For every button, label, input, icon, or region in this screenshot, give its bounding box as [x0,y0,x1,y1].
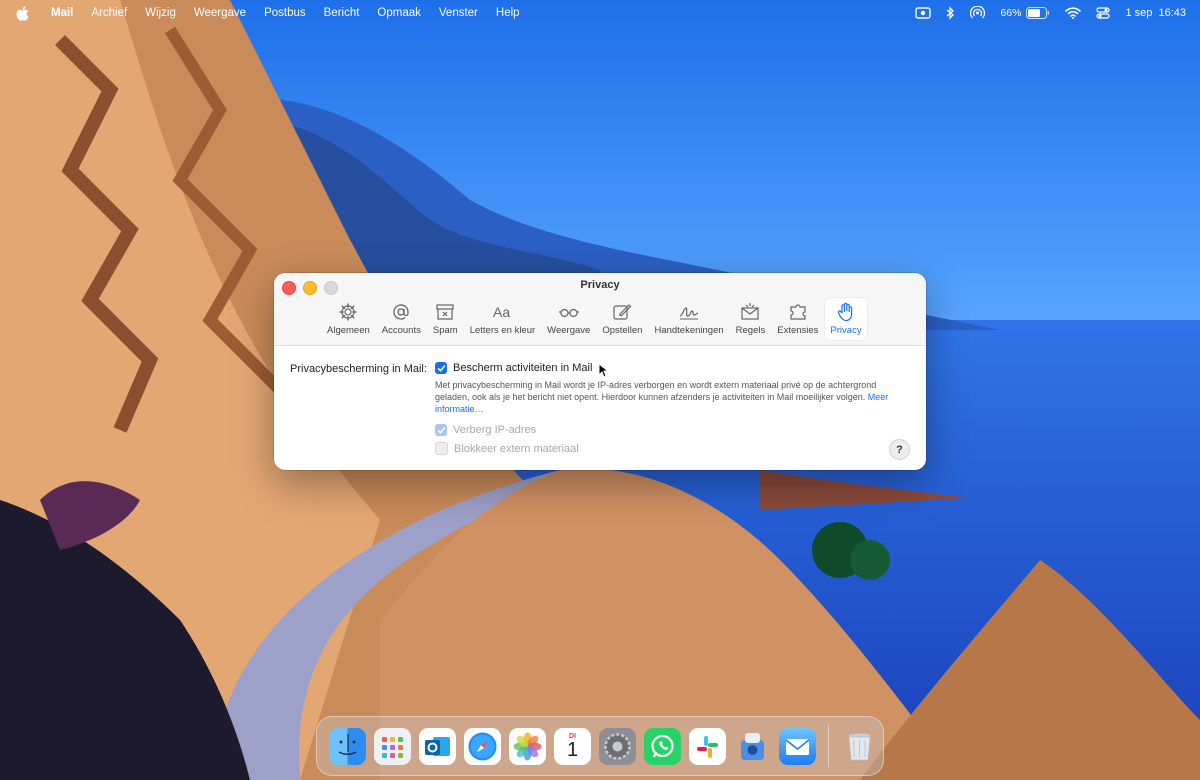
puzzle-icon [790,304,806,320]
tab-algemeen[interactable]: Algemeen [322,298,375,340]
wifi-icon[interactable] [1065,7,1082,19]
protect-activity-checkbox[interactable]: Bescherm activiteiten in Mail [435,362,592,374]
menu-bar: Mail Archief Wijzig Weergave Postbus Ber… [0,0,1200,26]
battery-icon [1026,7,1050,19]
tab-label: Letters en kleur [469,325,536,336]
tab-label: Opstellen [602,325,643,336]
tab-privacy[interactable]: Privacy [825,298,867,340]
menu-archief[interactable]: Archief [82,7,136,19]
menu-weergave[interactable]: Weergave [185,7,255,19]
at-icon [393,304,409,320]
tab-opstellen[interactable]: Opstellen [597,298,647,340]
photos-icon[interactable] [509,727,546,765]
menu-bar-status: 66% 1 sep 16:43 [915,0,1186,26]
menu-wijzig[interactable]: Wijzig [136,7,185,19]
whatsapp-icon[interactable] [644,727,681,765]
tab-handtekeningen[interactable]: Handtekeningen [649,298,728,340]
tab-accounts[interactable]: Accounts [377,298,426,340]
help-button[interactable]: ? [889,439,910,460]
airdrop-icon[interactable] [970,6,986,20]
hide-ip-label: Verberg IP-adres [453,424,537,436]
tab-spam[interactable]: Spam [428,298,463,340]
tab-label: Algemeen [327,325,370,336]
screen-sharing-icon[interactable] [915,6,932,20]
checkbox-checked-disabled-icon[interactable] [435,424,447,436]
tab-weergave[interactable]: Weergave [542,298,595,340]
settings-toolbar: Algemeen Accounts Spam Aa Letters en kle… [322,298,869,340]
menu-help[interactable]: Help [487,7,529,19]
tab-label: Weergave [547,325,591,336]
svg-text:Aa: Aa [493,304,510,320]
apple-menu-icon[interactable] [16,5,30,21]
outlook-icon[interactable] [419,727,456,765]
tab-label: Privacy [830,325,862,336]
tab-label: Accounts [381,325,421,336]
menu-clock[interactable]: 1 sep 16:43 [1125,7,1186,19]
safari-icon[interactable] [464,727,501,765]
bluetooth-icon[interactable] [946,6,955,20]
hide-ip-checkbox[interactable]: Verberg IP-adres [435,424,536,436]
menu-bericht[interactable]: Bericht [315,7,369,19]
window-titlebar: Privacy Algemeen Accounts Spam Aa Letter… [274,273,926,346]
finder-icon[interactable] [329,727,366,765]
tab-label: Spam [432,325,458,336]
block-remote-content-label: Blokkeer extern materiaal [454,442,579,455]
calendar-icon[interactable]: DI 1 [554,727,591,765]
tab-extensies[interactable]: Extensies [772,298,823,340]
menu-venster[interactable]: Venster [430,7,487,19]
checkbox-checked-icon[interactable] [435,362,447,374]
window-title: Privacy [580,279,620,291]
junk-tray-icon [436,304,454,320]
gear-icon [339,303,358,321]
trash-icon[interactable] [841,728,878,765]
battery-status[interactable]: 66% [1000,7,1050,19]
compose-icon [613,304,632,320]
tab-label: Handtekeningen [654,325,724,336]
dock: DI 1 [316,716,884,776]
privacy-row-label: Privacybescherming in Mail: [290,363,427,375]
launchpad-icon[interactable] [374,727,411,765]
signature-icon [679,307,699,320]
checkbox-unchecked-icon[interactable] [435,442,448,455]
hand-icon [837,302,853,322]
tab-label: Extensies [777,325,819,336]
slack-icon[interactable] [689,727,726,765]
dock-separator [828,725,829,767]
rules-envelope-icon [741,303,760,320]
control-center-icon[interactable] [1096,6,1111,20]
mail-icon[interactable] [779,727,816,765]
tab-regels[interactable]: Regels [731,298,771,340]
privacy-description-text: Met privacybescherming in Mail wordt je … [435,380,877,402]
menu-opmaak[interactable]: Opmaak [368,7,429,19]
privacy-description: Met privacybescherming in Mail wordt je … [435,379,895,415]
tab-label: Regels [735,325,766,336]
tab-letters-en-kleur[interactable]: Aa Letters en kleur [465,298,540,340]
font-icon: Aa [493,304,510,320]
preview-icon[interactable] [734,728,771,765]
menu-postbus[interactable]: Postbus [255,7,315,19]
protect-activity-label: Bescherm activiteiten in Mail [453,362,593,374]
system-settings-icon[interactable] [599,727,636,765]
block-remote-content-checkbox[interactable]: Blokkeer extern materiaal [435,442,579,455]
mouse-pointer-icon [598,363,608,378]
calendar-day: 1 [566,739,579,761]
menu-app-name[interactable]: Mail [42,7,82,19]
battery-percentage: 66% [1000,7,1022,19]
glasses-icon [558,308,579,318]
